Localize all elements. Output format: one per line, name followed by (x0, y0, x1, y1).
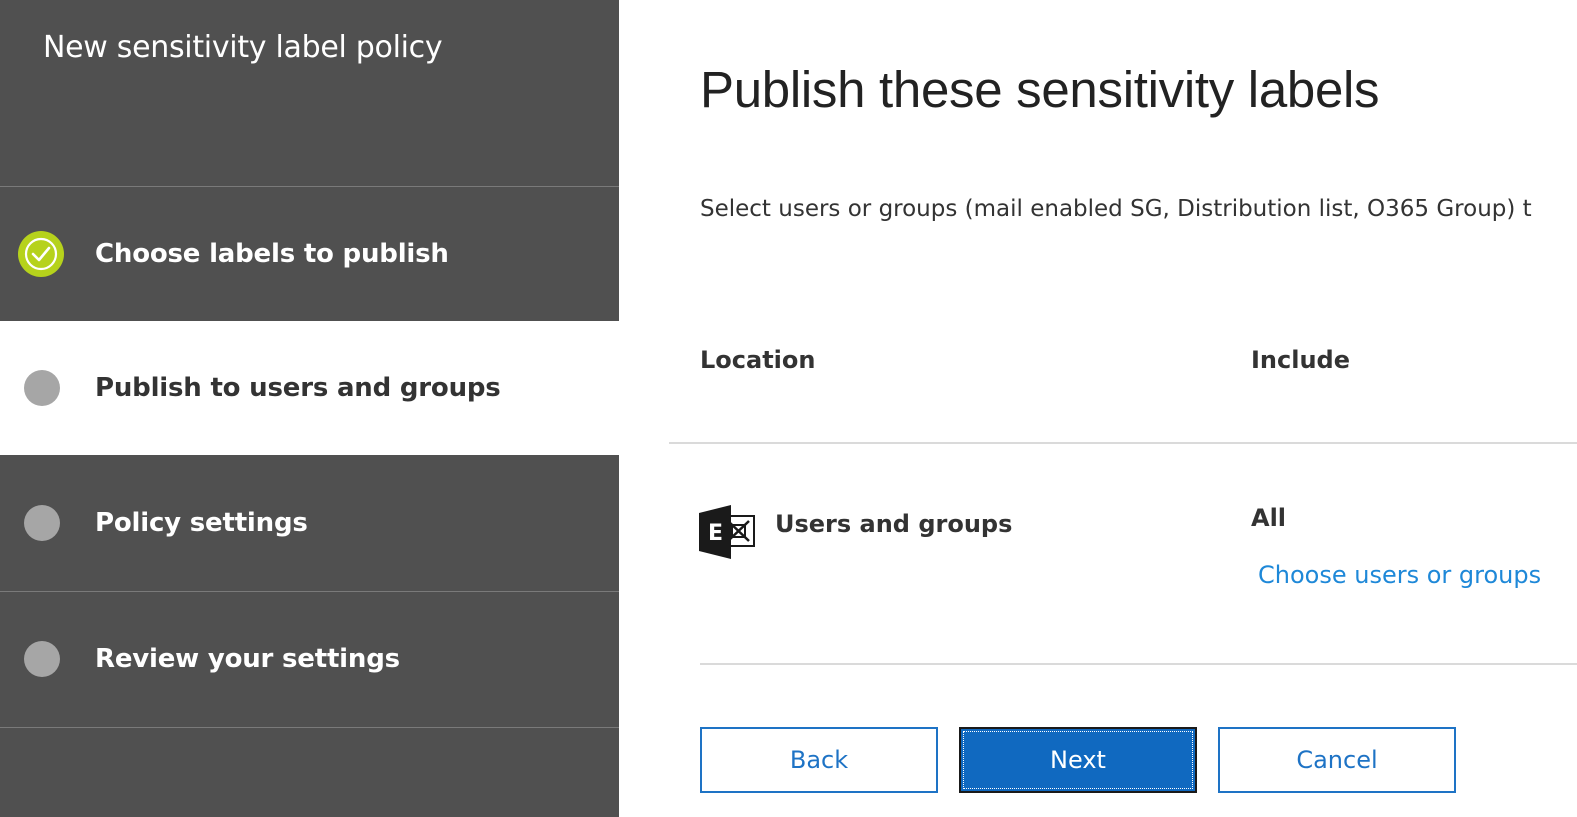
back-button[interactable]: Back (700, 727, 938, 793)
step-label: Publish to users and groups (95, 373, 501, 403)
choose-users-or-groups-link[interactable]: Choose users or groups (1258, 561, 1541, 589)
svg-text:E: E (708, 521, 723, 546)
wizard-title: New sensitivity label policy (43, 30, 443, 65)
divider (700, 663, 1577, 665)
next-button[interactable]: Next (959, 727, 1197, 793)
location-users-and-groups: Users and groups (775, 510, 1013, 538)
step-status-dot-icon (24, 505, 60, 541)
step-label: Review your settings (95, 644, 400, 674)
divider (0, 727, 619, 728)
step-choose-labels[interactable]: Choose labels to publish (0, 187, 619, 321)
cancel-button[interactable]: Cancel (1218, 727, 1456, 793)
step-review-settings[interactable]: Review your settings (0, 592, 619, 726)
step-label: Policy settings (95, 508, 308, 538)
main-panel: Publish these sensitivity labels Select … (619, 0, 1577, 817)
divider (669, 442, 1577, 444)
step-publish-users-groups[interactable]: Publish to users and groups (0, 321, 619, 455)
column-header-include: Include (1251, 346, 1351, 374)
column-header-location: Location (700, 346, 816, 374)
step-status-dot-icon (24, 370, 60, 406)
exchange-icon: E (699, 505, 757, 559)
include-value: All (1251, 504, 1287, 532)
checkmark-icon (18, 231, 64, 277)
step-label: Choose labels to publish (95, 239, 449, 269)
step-policy-settings[interactable]: Policy settings (0, 456, 619, 590)
page-description: Select users or groups (mail enabled SG,… (700, 196, 1532, 222)
step-status-dot-icon (24, 641, 60, 677)
page-title: Publish these sensitivity labels (700, 61, 1380, 118)
wizard-sidebar: New sensitivity label policy Choose labe… (0, 0, 619, 817)
